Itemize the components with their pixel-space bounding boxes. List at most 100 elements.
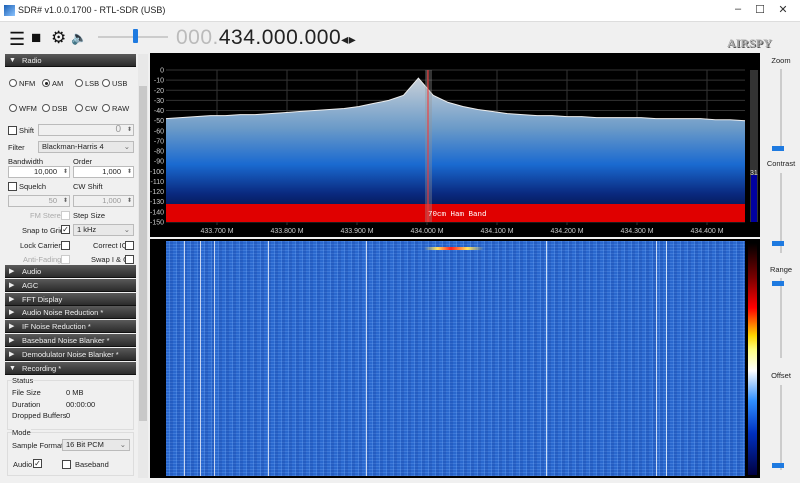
swap-iq-checkbox[interactable] — [125, 255, 134, 264]
sample-format-select[interactable]: 16 Bit PCM ⌄ — [62, 439, 130, 451]
shift-label: Shift — [19, 126, 35, 135]
y-tick-label: -110 — [151, 179, 165, 186]
volume-slider-thumb[interactable] — [133, 29, 138, 43]
mode-label-cw: CW — [85, 104, 98, 113]
app-logo-icon — [4, 5, 15, 16]
step-size-label: Step Size — [73, 211, 106, 220]
mode-label-am: AM — [52, 79, 64, 88]
order-label: Order — [73, 157, 93, 166]
section-header-audio[interactable]: ▶ Audio — [5, 265, 136, 278]
spectrum-analyzer[interactable]: 70cm Ham Band 31 0 -10 -20 -30 -40 -50 -60 -70 -… — [150, 53, 760, 237]
waterfall-carrier-line — [546, 241, 547, 476]
section-label: Demodulator Noise Blanker * — [22, 349, 119, 359]
section-header-demodulator-noise-blanker[interactable]: ▶ Demodulator Noise Blanker * — [5, 347, 136, 361]
audio-checkbox[interactable]: ✓ — [33, 459, 42, 468]
zoom-slider-thumb[interactable] — [772, 146, 784, 151]
step-size-select[interactable]: 1 kHz ⌄ — [73, 224, 134, 236]
lock-carrier-checkbox[interactable] — [61, 241, 70, 250]
mode-radio-am[interactable] — [42, 79, 50, 87]
volume-icon[interactable]: 🔈 — [71, 30, 87, 46]
expand-icon: ▶ — [9, 295, 15, 303]
collapse-icon: ▼ — [9, 57, 16, 64]
panel-scrollbar-thumb[interactable] — [139, 86, 147, 421]
mode-radio-usb[interactable] — [102, 79, 110, 87]
y-tick-label: -90 — [154, 159, 164, 166]
radio-header-label: Radio — [22, 56, 42, 65]
y-tick-label: -20 — [154, 88, 164, 95]
section-header-if-noise-reduction[interactable]: ▶ IF Noise Reduction * — [5, 320, 136, 334]
waterfall-carrier-line — [200, 241, 201, 476]
section-header-fft-display[interactable]: ▶ FFT Display — [5, 292, 136, 306]
gain-meter-fill — [751, 175, 757, 222]
snap-to-grid-label: Snap to Grid — [22, 226, 65, 235]
collapse-icon: ▼ — [9, 365, 16, 372]
waterfall-carrier-line — [184, 241, 185, 476]
gain-value: 31 — [750, 170, 758, 177]
spectrum-fill — [166, 78, 745, 222]
waterfall[interactable] — [150, 239, 760, 478]
mode-radio-lsb[interactable] — [75, 79, 83, 87]
expand-icon: ▶ — [9, 309, 15, 317]
contrast-label: Contrast — [766, 159, 796, 168]
order-input[interactable]: 1,000 ⬍ — [73, 166, 134, 178]
filter-select[interactable]: Blackman-Harris 4 ⌄ — [38, 141, 134, 153]
mode-radio-nfm[interactable] — [9, 79, 17, 87]
stop-icon[interactable]: ■ — [31, 28, 41, 48]
mode-radio-wfm[interactable] — [9, 104, 17, 112]
waterfall-carrier-line — [268, 241, 269, 476]
close-button[interactable]: ✕ — [775, 3, 791, 19]
file-size-value: 0 MB — [66, 388, 84, 397]
frequency-prefix: 000. — [176, 26, 219, 49]
section-header-audio-noise-reduction[interactable]: ▶ Audio Noise Reduction * — [5, 306, 136, 320]
dropped-buffers-value: 0 — [66, 411, 71, 420]
shift-input[interactable]: 0 ⬍ — [38, 124, 134, 136]
squelch-input[interactable]: 50 ⬍ — [8, 195, 70, 207]
mode-radio-raw[interactable] — [102, 104, 110, 112]
frequency-display[interactable]: 000.434.000.000◂▸ — [176, 26, 356, 50]
correct-iq-label: Correct IQ — [93, 241, 128, 250]
cw-shift-input[interactable]: 1,000 ⬍ — [73, 195, 134, 207]
mode-radio-dsb[interactable] — [42, 104, 50, 112]
section-label: Audio — [22, 267, 42, 276]
mode-label-wfm: WFM — [19, 104, 37, 113]
baseband-checkbox[interactable] — [62, 460, 71, 469]
maximize-button[interactable]: ☐ — [752, 3, 768, 19]
waterfall-carrier-line — [366, 241, 367, 476]
range-slider[interactable] — [780, 278, 782, 358]
fm-stereo-checkbox[interactable] — [61, 211, 70, 220]
correct-iq-checkbox[interactable] — [125, 241, 134, 250]
zoom-label: Zoom — [771, 56, 791, 65]
frequency-value[interactable]: 434.000.000 — [219, 26, 341, 49]
anti-fading-label: Anti-Fading — [23, 255, 62, 264]
zoom-slider[interactable] — [780, 69, 782, 149]
snap-to-grid-checkbox[interactable]: ✓ — [61, 225, 70, 234]
filter-label: Filter — [8, 143, 25, 152]
minimize-button[interactable]: – — [730, 3, 746, 19]
tune-arrows-icon[interactable]: ◂▸ — [341, 31, 356, 47]
anti-fading-checkbox[interactable] — [61, 255, 70, 264]
squelch-checkbox[interactable] — [8, 182, 17, 191]
bandwidth-input[interactable]: 10,000 ⬍ — [8, 166, 70, 178]
section-header-agc[interactable]: ▶ AGC — [5, 278, 136, 292]
x-tick-label: 434.000 M — [410, 228, 443, 235]
section-header-baseband-noise-blanker[interactable]: ▶ Baseband Noise Blanker * — [5, 334, 136, 347]
menu-icon[interactable]: ☰ — [9, 29, 25, 50]
mode-radio-cw[interactable] — [75, 104, 83, 112]
waterfall-plot[interactable] — [166, 241, 745, 476]
section-label: Audio Noise Reduction * — [22, 308, 104, 318]
bandwidth-label: Bandwidth — [8, 157, 44, 166]
y-tick-label: -10 — [154, 78, 164, 85]
spectrum-plot[interactable]: 70cm Ham Band 31 0 -10 -20 -30 -40 -50 -60 -70 -… — [150, 53, 760, 237]
band-label: 70cm Ham Band — [428, 211, 487, 219]
expand-icon: ▶ — [9, 268, 15, 275]
x-tick-label: 433.800 M — [270, 228, 303, 235]
section-label: FFT Display — [22, 294, 63, 304]
contrast-slider-thumb[interactable] — [772, 241, 784, 246]
radio-header[interactable]: ▼ Radio — [5, 54, 136, 67]
offset-slider-thumb[interactable] — [772, 463, 784, 468]
shift-checkbox[interactable] — [8, 126, 17, 135]
recording-header[interactable]: ▼ Recording * — [5, 362, 136, 375]
range-slider-thumb[interactable] — [772, 281, 784, 286]
gear-icon[interactable]: ⚙ — [51, 28, 66, 48]
offset-slider[interactable] — [780, 385, 782, 470]
